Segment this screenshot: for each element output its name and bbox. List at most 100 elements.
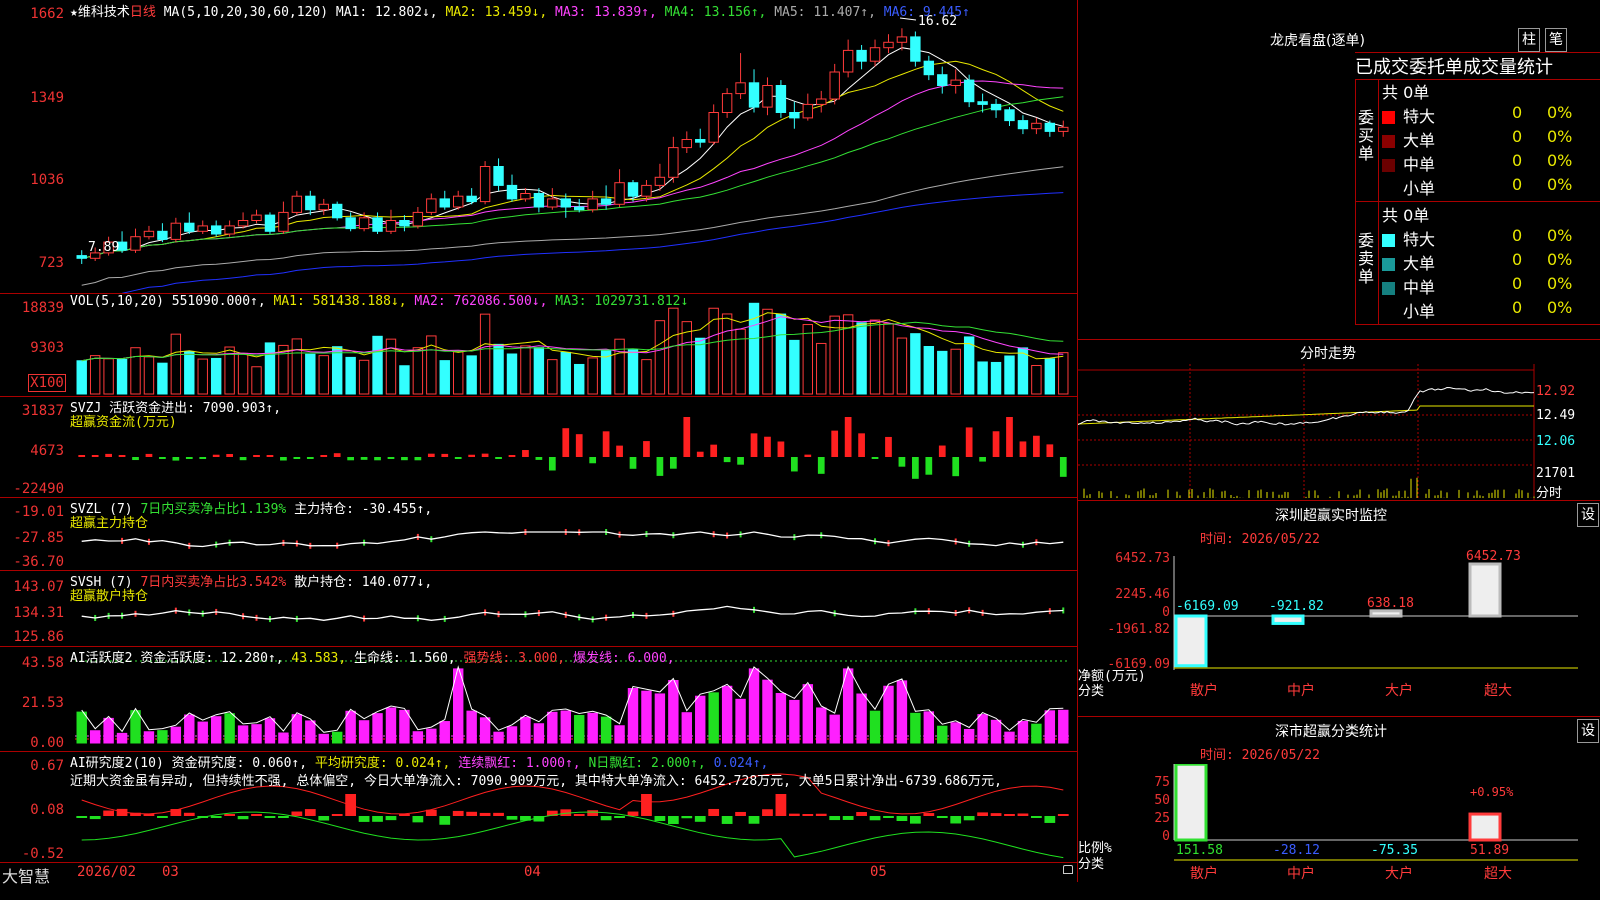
ai2-y-label-2: -0.52 — [21, 846, 64, 862]
buy-row-count: 0 — [1512, 103, 1523, 122]
volume-bar — [453, 351, 464, 395]
monitor-bar — [1271, 614, 1305, 625]
volume-bar — [399, 365, 410, 395]
ai-activity-panel[interactable]: AI活跃度2 资金活跃度: 12.280↑, 43.583, 生命线: 1.56… — [0, 647, 1077, 752]
ai1-y-label-0: 43.58 — [21, 655, 64, 671]
fundflow-bar — [1006, 417, 1013, 457]
candle-body — [426, 198, 437, 213]
tab-volume[interactable]: 成交量 — [1463, 57, 1517, 78]
volume-bar — [1058, 352, 1069, 395]
candle-body — [264, 214, 276, 232]
volume-bar — [721, 313, 733, 395]
activity-bar — [331, 731, 343, 744]
pen-view-button[interactable]: 笔 — [1545, 28, 1567, 52]
candle-body — [533, 193, 545, 208]
candle-body — [251, 214, 262, 222]
volume-bar — [627, 349, 639, 395]
volume-bar — [937, 350, 948, 395]
volume-panel[interactable]: VOL(5,10,20) 551090.000↑, MA1: 581438.18… — [0, 294, 1077, 397]
candle-body — [963, 79, 975, 103]
intraday-chart[interactable] — [1078, 364, 1600, 500]
tab-orders[interactable]: 委托单 — [1409, 57, 1463, 78]
fundflow-bar — [508, 455, 516, 457]
activity-bar — [842, 668, 854, 744]
stat-chart-wrap[interactable]: 75 50 25 0 151.58 -28.12 -75.35 51.89 +0.95% 比例% 分… — [1078, 764, 1600, 900]
research-bar — [627, 811, 639, 816]
svzl-panel[interactable]: SVZL (7) 7日内买卖净占比1.139% 主力持仓: -30.455↑, … — [0, 498, 1077, 571]
candle-body — [681, 139, 692, 149]
fundflow-bar — [952, 457, 960, 477]
monitor-settings-button[interactable]: 设 — [1577, 503, 1599, 527]
tab-filled[interactable]: 已成交 — [1355, 57, 1409, 78]
fundflow-bar — [844, 417, 852, 457]
activity-bar — [385, 707, 397, 744]
candle-body — [184, 222, 195, 232]
sell-row-name: 特大 — [1403, 230, 1436, 249]
volume-bar — [305, 353, 316, 395]
kline-panel[interactable]: ★维科技术日线 MA(5,10,20,30,60,120) MA1: 12.80… — [0, 0, 1077, 294]
volume-chart[interactable] — [0, 294, 1077, 396]
ai-research-panel[interactable]: AI研究度2(10) 资金研究度: 0.060↑, 平均研究度: 0.024↑,… — [0, 752, 1077, 863]
svzj-y-label-1: 4673 — [30, 443, 64, 459]
activity-bar — [910, 712, 921, 744]
monitor-category: 超大 — [1484, 683, 1512, 699]
stat-settings-button[interactable]: 设 — [1577, 719, 1599, 743]
svzl-hold: 主力持仓: -30.455↑, — [294, 502, 433, 517]
monitor-bar-value: -6169.09 — [1176, 599, 1239, 614]
candle-body — [385, 220, 397, 232]
volume-bar — [654, 320, 666, 395]
activity-bar — [224, 713, 235, 744]
kline-chart[interactable] — [0, 0, 1077, 293]
research-bar — [936, 816, 948, 819]
monitor-time: 时间: 2026/05/22 — [1200, 532, 1320, 547]
activity-bar — [789, 699, 800, 744]
svzj-panel[interactable]: SVZJ 活跃资金进出: 7090.903↑, 超赢资金流(万元) 31837 … — [0, 397, 1077, 498]
intraday-chart-wrap[interactable]: 12.92 12.49 12.06 21701 分时 — [1078, 364, 1600, 501]
sell-row-pct: 0% — [1547, 250, 1573, 269]
activity-bar — [748, 668, 760, 744]
research-bar — [264, 816, 276, 818]
volume-bar — [331, 346, 343, 395]
buy-row-name: 中单 — [1403, 155, 1436, 174]
volume-bar — [479, 313, 491, 395]
tab-stats[interactable]: 统计 — [1517, 57, 1553, 78]
fundflow-bar — [777, 441, 785, 457]
activity-bar — [802, 684, 814, 744]
activity-bar — [345, 710, 356, 744]
lock-icon[interactable] — [1063, 865, 1073, 874]
volume-bar — [345, 356, 356, 395]
research-bar — [869, 816, 881, 821]
monitor-chart[interactable]: 6452.732245.460-1961.82-6169.09-6169.09-… — [1078, 548, 1600, 716]
fundflow-bar — [589, 457, 597, 464]
stat-bar-value: 51.89 — [1470, 843, 1509, 858]
fundflow-bar — [750, 433, 758, 457]
research-bar — [493, 812, 504, 816]
svsh-y-label-1: 134.31 — [13, 605, 64, 621]
candle-body — [560, 198, 571, 208]
low-marker: 7.89 — [88, 240, 120, 255]
intraday-price-high: 12.92 — [1536, 384, 1576, 399]
period-label[interactable]: 日线 — [130, 5, 156, 20]
activity-bar — [1031, 723, 1042, 744]
stat-chart[interactable]: 75 50 25 0 151.58 -28.12 -75.35 51.89 +0.95% 比例%分… — [1078, 764, 1600, 900]
fundflow-bar — [253, 455, 260, 457]
volume-bar — [869, 319, 881, 395]
bar-view-button[interactable]: 柱 — [1518, 28, 1540, 52]
sell-row-pct: 0% — [1547, 274, 1573, 293]
vol-y-label-1: 9303 — [30, 340, 64, 356]
fundflow-bar — [858, 433, 865, 457]
monitor-chart-wrap[interactable]: 6452.73 2245.46 0 -1961.82 -6169.09 -6169.09-… — [1078, 548, 1600, 716]
research-bar — [856, 812, 867, 816]
buy-color-swatch — [1382, 183, 1395, 196]
svsh-panel[interactable]: SVSH (7) 7日内买卖净占比3.542% 散户持仓: 140.077↓, … — [0, 571, 1077, 647]
activity-bar — [695, 695, 706, 744]
activity-bar — [668, 680, 679, 744]
activity-bar — [412, 731, 424, 744]
activity-bar — [76, 711, 87, 744]
sell-row-name: 大单 — [1403, 254, 1436, 273]
research-bar — [788, 813, 800, 816]
candle-body — [157, 230, 168, 240]
candle-body — [278, 211, 289, 232]
vol-ma1: MA1: 581438.188↓, — [273, 294, 407, 309]
monitor-bar — [1174, 614, 1208, 668]
